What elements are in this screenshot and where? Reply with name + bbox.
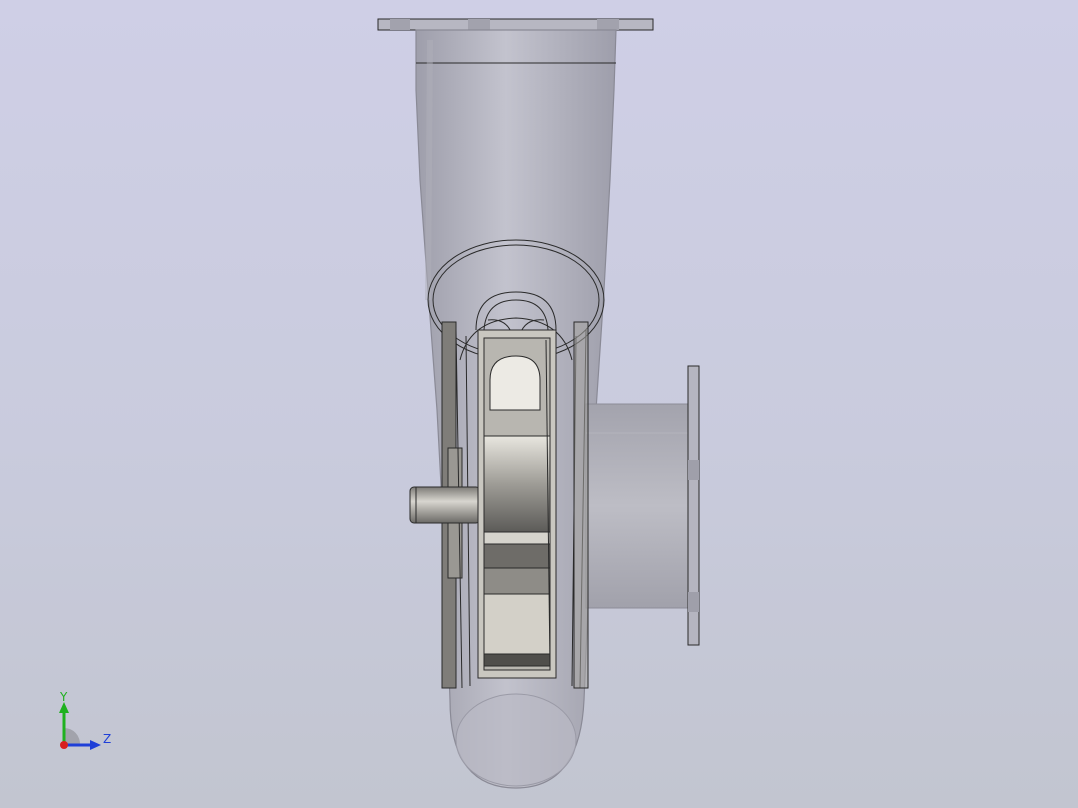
view-orientation-triad[interactable]: Y Z xyxy=(59,690,111,750)
top-flange[interactable] xyxy=(377,18,654,31)
z-axis-label: Z xyxy=(103,732,111,746)
outlet-pipe[interactable] xyxy=(585,403,690,609)
impeller[interactable] xyxy=(477,329,557,679)
pump-shaft[interactable] xyxy=(409,486,481,524)
outlet-flange[interactable] xyxy=(687,365,700,646)
model-viewport[interactable]: Y Z xyxy=(0,0,1078,808)
x-axis-origin-icon xyxy=(60,741,68,749)
z-arrowhead-icon xyxy=(90,740,101,750)
y-axis-label: Y xyxy=(59,690,68,704)
